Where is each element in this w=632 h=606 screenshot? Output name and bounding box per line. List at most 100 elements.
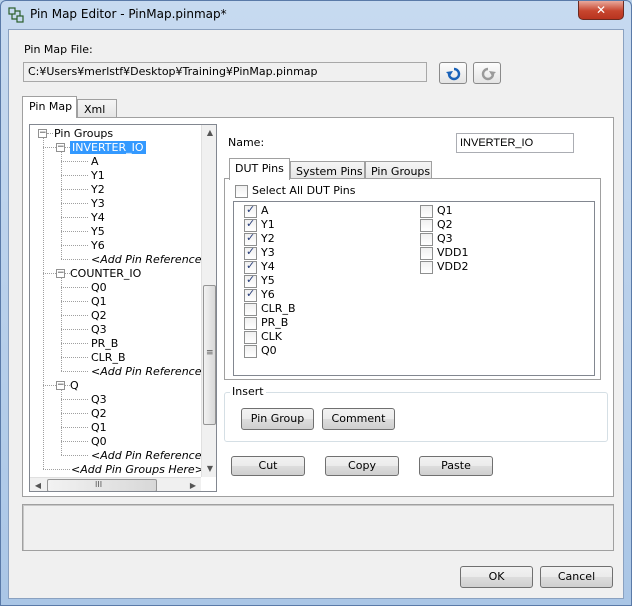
pin-checkbox-vdd2[interactable] — [420, 261, 433, 274]
pin-checkbox-label: Q0 — [261, 344, 277, 357]
tree-pin-ref[interactable]: Y5 — [91, 225, 105, 238]
tree-connector — [61, 343, 88, 344]
scroll-up-icon[interactable]: ▲ — [202, 125, 216, 141]
tree-connector — [61, 278, 62, 371]
tree-connector — [61, 413, 88, 414]
tree-vscroll-thumb[interactable]: ≡ — [203, 285, 216, 425]
tree-connector — [61, 357, 88, 358]
pin-checkbox-q1[interactable] — [420, 205, 433, 218]
pin-checkbox-q2[interactable] — [420, 219, 433, 232]
tree-pin-ref[interactable]: Y2 — [91, 183, 105, 196]
tree-pin-ref[interactable]: CLR_B — [91, 351, 126, 364]
tree-hscroll-thumb[interactable]: III — [47, 479, 157, 491]
pin-checkbox-clr-b[interactable] — [244, 303, 257, 316]
tree-pin-ref[interactable]: Q1 — [91, 421, 107, 434]
pin-checkbox-y6[interactable] — [244, 287, 257, 302]
pin-checkbox-label: Y5 — [261, 274, 275, 287]
insert-groupbox: Insert Pin Group Comment — [224, 385, 608, 442]
pin-checkbox-label: A — [261, 204, 269, 217]
tree-pin-ref[interactable]: Q2 — [91, 309, 107, 322]
cancel-button[interactable]: Cancel — [540, 566, 613, 588]
tree-add-pin-reference[interactable]: <Add Pin References Here> — [91, 365, 216, 378]
tree-add-pin-groups[interactable]: <Add Pin Groups Here> — [71, 463, 204, 476]
tab-dut-pins[interactable]: DUT Pins — [229, 158, 290, 180]
cut-button[interactable]: Cut — [231, 456, 305, 476]
tree-group-inverter-io[interactable]: INVERTER_IO — [70, 141, 146, 154]
tree-collapse-icon[interactable]: − — [38, 129, 47, 138]
status-area — [22, 504, 614, 551]
ok-button[interactable]: OK — [460, 566, 533, 588]
tab-xml[interactable]: Xml — [77, 99, 117, 119]
grip-icon: ≡ — [206, 348, 214, 358]
pin-checkbox-label: VDD1 — [437, 246, 469, 259]
tree-connector — [61, 301, 88, 302]
client-area: Pin Map File: C:¥Users¥merlstf¥Desktop¥T… — [8, 29, 624, 599]
name-input[interactable] — [456, 133, 574, 153]
tree-pin-ref[interactable]: Y1 — [91, 169, 105, 182]
tree-connector — [61, 203, 88, 204]
undo-button[interactable] — [439, 62, 467, 84]
tree-pin-ref[interactable]: Y6 — [91, 239, 105, 252]
dut-pins-panel: Select All DUT Pins AY1Y2Y3Y4Y5Y6CLR_BPR… — [224, 178, 601, 380]
tree-pin-ref[interactable]: Y4 — [91, 211, 105, 224]
tree-connector — [61, 189, 88, 190]
tree-group-q[interactable]: Q — [70, 379, 79, 392]
pin-checkbox-vdd1[interactable] — [420, 247, 433, 260]
tree-pin-ref[interactable]: Q3 — [91, 323, 107, 336]
tree-group-counter-io[interactable]: COUNTER_IO — [70, 267, 141, 280]
tree-add-pin-reference[interactable]: <Add Pin References Here> — [91, 253, 216, 266]
tab-pin-map[interactable]: Pin Map — [22, 96, 77, 118]
undo-icon — [446, 67, 461, 81]
select-all-label: Select All DUT Pins — [252, 184, 356, 197]
pin-checkbox-label: CLR_B — [261, 302, 296, 315]
scroll-right-icon[interactable]: ▶ — [185, 478, 201, 491]
tree-pin-ref[interactable]: Y3 — [91, 197, 105, 210]
tree-connector — [61, 217, 88, 218]
copy-button[interactable]: Copy — [325, 456, 399, 476]
tree-pin-ref[interactable]: Q0 — [91, 281, 107, 294]
tree-pin-ref[interactable]: Q1 — [91, 295, 107, 308]
tree-connector — [61, 161, 88, 162]
tree-connector — [43, 469, 70, 470]
comment-button[interactable]: Comment — [322, 408, 395, 430]
pin-checkbox-label: Q3 — [437, 232, 453, 245]
pin-checkbox-q0[interactable] — [244, 345, 257, 358]
pin-checkbox-pr-b[interactable] — [244, 317, 257, 330]
tree-pin-ref[interactable]: Q0 — [91, 435, 107, 448]
name-label: Name: — [228, 136, 265, 149]
pin-map-file-path[interactable]: C:¥Users¥merlstf¥Desktop¥Training¥PinMap… — [23, 62, 427, 82]
pin-checkbox-label: Y4 — [261, 260, 275, 273]
tree-connector — [61, 315, 88, 316]
tree-pin-ref[interactable]: PR_B — [91, 337, 118, 350]
tree-collapse-icon[interactable]: − — [56, 381, 65, 390]
paste-button[interactable]: Paste — [419, 456, 493, 476]
scroll-down-icon[interactable]: ▼ — [202, 461, 216, 477]
tree-connector — [61, 455, 88, 456]
pin-group-button[interactable]: Pin Group — [241, 408, 314, 430]
title-bar[interactable]: Pin Map Editor - PinMap.pinmap* ✕ — [1, 1, 631, 29]
tree-pin-ref[interactable]: Q2 — [91, 407, 107, 420]
pin-checkbox-label: VDD2 — [437, 260, 469, 273]
pin-map-editor-window: Pin Map Editor - PinMap.pinmap* ✕ Pin Ma… — [0, 0, 632, 606]
scroll-left-icon[interactable]: ◀ — [30, 478, 46, 491]
pin-group-tree[interactable]: − Pin Groups − INVERTER_IO A Y1 Y2 Y3 Y4 Y5 Y6 <Add… — [29, 124, 217, 492]
pin-checkbox-q3[interactable] — [420, 233, 433, 246]
close-button[interactable]: ✕ — [578, 1, 624, 20]
tree-collapse-icon[interactable]: − — [56, 143, 65, 152]
tree-connector — [43, 138, 44, 469]
redo-button[interactable] — [473, 62, 501, 84]
pin-checkbox-label: Y2 — [261, 232, 275, 245]
tree-connector — [61, 427, 88, 428]
tree-pin-ref[interactable]: Q3 — [91, 393, 107, 406]
tree-collapse-icon[interactable]: − — [56, 269, 65, 278]
tree-connector — [61, 152, 62, 259]
tree-pin-ref[interactable]: A — [91, 155, 99, 168]
tree-vertical-scrollbar[interactable]: ▲ ≡ ▼ — [201, 125, 216, 477]
dut-pin-list[interactable]: AY1Y2Y3Y4Y5Y6CLR_BPR_BCLKQ0 Q1Q2Q3VDD1VDD… — [233, 201, 595, 376]
tree-horizontal-scrollbar[interactable]: ◀ III ▶ — [30, 477, 201, 491]
tree-root-pin-groups[interactable]: Pin Groups — [54, 127, 113, 140]
pin-checkbox-clk[interactable] — [244, 331, 257, 344]
select-all-checkbox[interactable] — [235, 185, 248, 198]
pin-checkbox-label: Q1 — [437, 204, 453, 217]
tree-add-pin-reference[interactable]: <Add Pin References Here> — [91, 449, 216, 462]
